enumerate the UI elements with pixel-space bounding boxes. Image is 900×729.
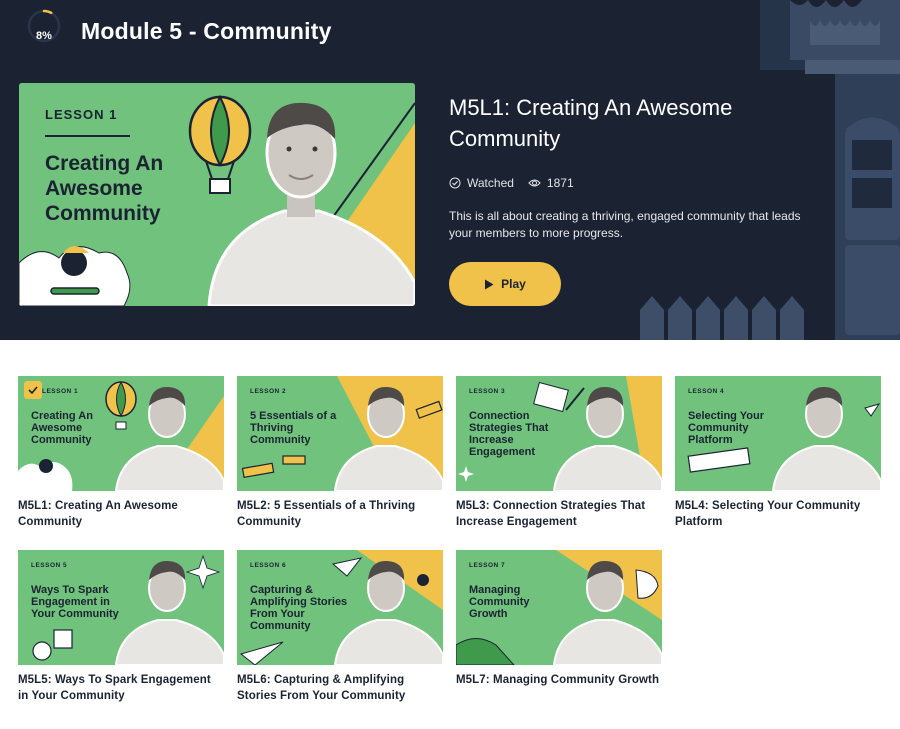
lesson-card[interactable]: LESSON 3 Connection Strategies That Incr… xyxy=(456,376,662,530)
lesson-thumb-tag: LESSON 1 xyxy=(42,388,79,395)
lesson-thumb-title: 5 Essentials of a Thriving Community xyxy=(250,410,337,446)
lesson-thumb-title: Connection Strategies That Increase Enga… xyxy=(469,410,549,458)
lesson-thumb-tag: LESSON 6 xyxy=(250,562,287,569)
lesson-thumb-tag: LESSON 7 xyxy=(469,562,506,569)
watched-badge xyxy=(24,381,42,399)
lesson-title[interactable]: M5L3: Connection Strategies That Increas… xyxy=(456,498,662,530)
play-icon xyxy=(485,279,494,289)
lesson-thumbnail[interactable]: LESSON 2 5 Essentials of a Thriving Comm… xyxy=(237,376,443,491)
eye-icon xyxy=(528,179,541,187)
lesson-card[interactable]: LESSON 4 Selecting Your Community Platfo… xyxy=(675,376,881,530)
play-button-label: Play xyxy=(501,277,526,291)
lesson-thumb-tag: LESSON 5 xyxy=(31,562,68,569)
lesson-card[interactable]: LESSON 2 5 Essentials of a Thriving Comm… xyxy=(237,376,443,530)
lesson-thumb-tag: LESSON 2 xyxy=(250,388,287,395)
check-circle-icon xyxy=(449,177,461,189)
featured-thumb-divider xyxy=(45,135,130,137)
lesson-thumb-title: Creating An Awesome Community xyxy=(31,410,93,446)
lesson-thumbnail[interactable]: LESSON 7 Managing Community Growth xyxy=(456,550,662,665)
watched-label: Watched xyxy=(467,176,514,190)
lesson-thumb-tag: LESSON 3 xyxy=(469,388,506,395)
featured-thumb-tag: LESSON 1 xyxy=(45,107,118,122)
play-button[interactable]: Play xyxy=(449,262,561,306)
lesson-thumb-title: Ways To Spark Engagement in Your Communi… xyxy=(31,584,119,620)
check-icon xyxy=(28,386,38,394)
lesson-thumb-title: Capturing & Amplifying Stories From Your… xyxy=(250,584,348,632)
lesson-title[interactable]: M5L2: 5 Essentials of a Thriving Communi… xyxy=(237,498,443,530)
lesson-thumbnail[interactable]: LESSON 3 Connection Strategies That Incr… xyxy=(456,376,662,491)
featured-lesson-title: M5L1: Creating An Awesome Community xyxy=(449,95,733,151)
view-count-value: 1871 xyxy=(546,176,574,190)
progress-percent: 8% xyxy=(36,30,52,42)
lesson-meta: Watched 1871 xyxy=(449,176,829,190)
lesson-thumbnail[interactable]: LESSON 6 Capturing & Amplifying Stories … xyxy=(237,550,443,665)
lesson-card[interactable]: LESSON 1 Creating An Awesome Community M… xyxy=(18,376,224,530)
module-hero: 8% Module 5 - Community LESSON 1 Creatin… xyxy=(0,0,900,340)
featured-lesson-description: This is all about creating a thriving, e… xyxy=(449,209,801,240)
view-count: 1871 xyxy=(528,176,574,190)
lesson-card[interactable]: LESSON 5 Ways To Spark Engagement in You… xyxy=(18,550,224,704)
lesson-thumbnail[interactable]: LESSON 5 Ways To Spark Engagement in You… xyxy=(18,550,224,665)
lesson-title[interactable]: M5L5: Ways To Spark Engagement in Your C… xyxy=(18,672,224,704)
module-title: Module 5 - Community xyxy=(81,18,332,44)
lesson-card[interactable]: LESSON 7 Managing Community Growth M5L7:… xyxy=(456,550,662,688)
featured-lesson-info: M5L1: Creating An Awesome Community Watc… xyxy=(449,92,829,306)
watched-status: Watched xyxy=(449,176,514,190)
lesson-title[interactable]: M5L7: Managing Community Growth xyxy=(456,672,662,688)
lesson-title[interactable]: M5L4: Selecting Your Community Platform xyxy=(675,498,881,530)
featured-lesson-thumbnail[interactable]: LESSON 1 Creating An Awesome Community xyxy=(19,83,415,306)
module-header: 8% Module 5 - Community xyxy=(0,0,900,68)
lesson-card[interactable]: LESSON 6 Capturing & Amplifying Stories … xyxy=(237,550,443,704)
lesson-title[interactable]: M5L6: Capturing & Amplifying Stories Fro… xyxy=(237,672,443,704)
lesson-thumbnail[interactable]: LESSON 1 Creating An Awesome Community xyxy=(18,376,224,491)
lesson-thumb-tag: LESSON 4 xyxy=(688,388,725,395)
lesson-thumbnail[interactable]: LESSON 4 Selecting Your Community Platfo… xyxy=(675,376,881,491)
featured-thumb-title: Creating An Awesome Community xyxy=(45,152,164,225)
lesson-title[interactable]: M5L1: Creating An Awesome Community xyxy=(18,498,224,530)
lesson-thumb-title: Selecting Your Community Platform xyxy=(688,410,765,446)
lesson-thumb-title: Managing Community Growth xyxy=(469,584,530,620)
